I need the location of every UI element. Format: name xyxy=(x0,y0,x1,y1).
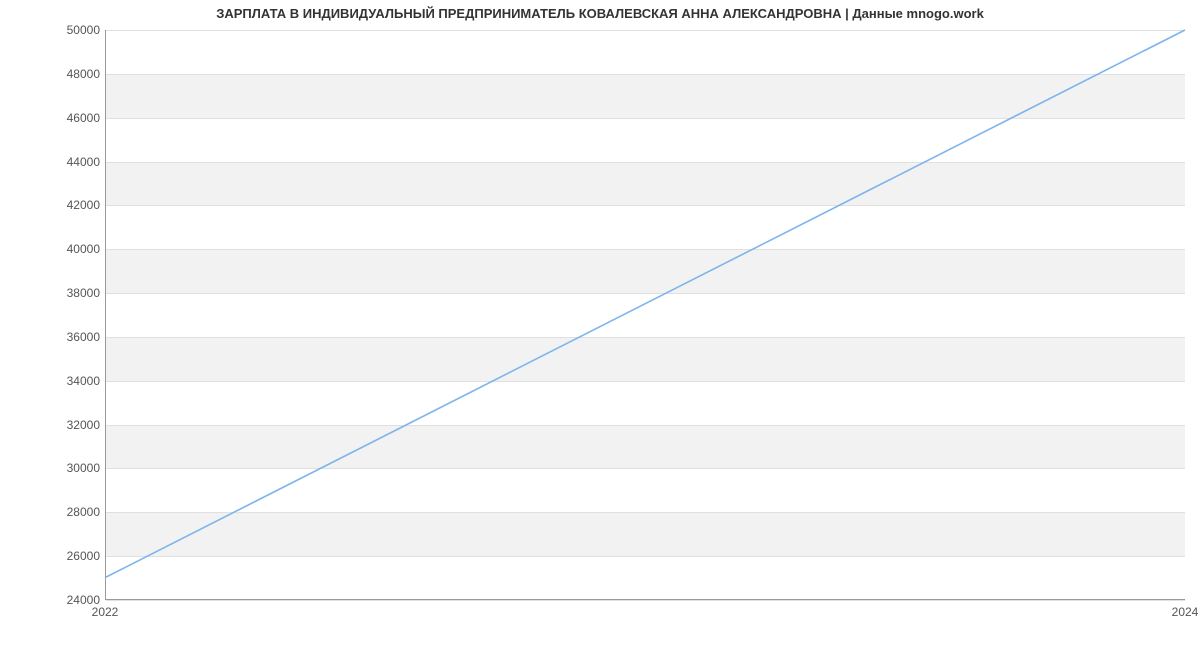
y-tick-label: 46000 xyxy=(10,111,100,125)
plot-area xyxy=(105,30,1185,600)
y-tick-label: 26000 xyxy=(10,549,100,563)
y-tick-label: 48000 xyxy=(10,67,100,81)
chart-title: ЗАРПЛАТА В ИНДИВИДУАЛЬНЫЙ ПРЕДПРИНИМАТЕЛ… xyxy=(0,6,1200,21)
x-tick-label: 2024 xyxy=(1172,605,1199,619)
y-tick-label: 50000 xyxy=(10,23,100,37)
x-tick-label: 2022 xyxy=(92,605,119,619)
y-tick-label: 38000 xyxy=(10,286,100,300)
data-line xyxy=(106,30,1185,599)
y-tick-label: 42000 xyxy=(10,198,100,212)
y-tick-label: 30000 xyxy=(10,461,100,475)
y-tick-label: 36000 xyxy=(10,330,100,344)
y-tick-label: 40000 xyxy=(10,242,100,256)
series-line xyxy=(106,30,1185,577)
y-tick-label: 24000 xyxy=(10,593,100,607)
y-tick-label: 44000 xyxy=(10,155,100,169)
y-tick-label: 28000 xyxy=(10,505,100,519)
salary-line-chart: ЗАРПЛАТА В ИНДИВИДУАЛЬНЫЙ ПРЕДПРИНИМАТЕЛ… xyxy=(0,0,1200,650)
y-tick-label: 34000 xyxy=(10,374,100,388)
gridline xyxy=(106,600,1185,601)
y-tick-label: 32000 xyxy=(10,418,100,432)
